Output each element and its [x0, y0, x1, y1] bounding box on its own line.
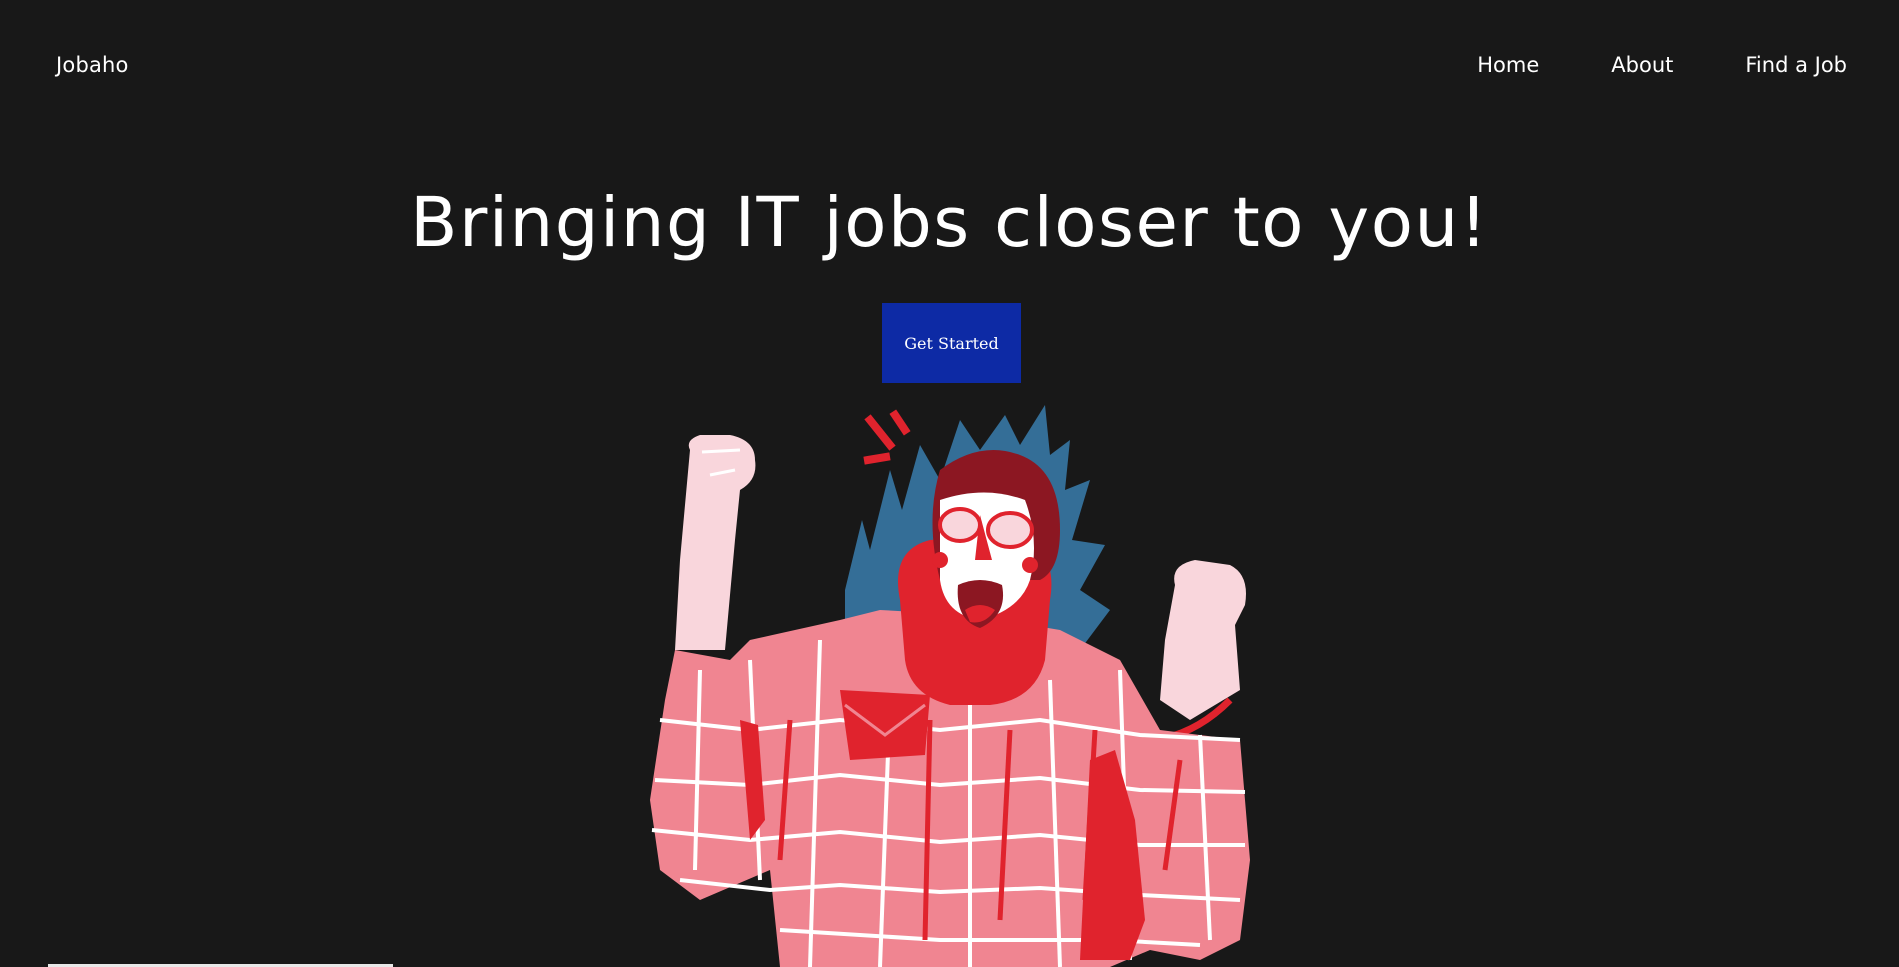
- hero-title: Bringing IT jobs closer to you!: [410, 183, 1489, 263]
- right-cheek: [1022, 557, 1038, 573]
- right-arm: [1160, 560, 1246, 720]
- landing-page: Jobaho Home About Find a Job Bringing IT…: [0, 0, 1899, 967]
- left-arm: [675, 435, 756, 650]
- celebrating-person-illustration: [650, 405, 1250, 967]
- pocket: [840, 690, 930, 760]
- site-logo[interactable]: Jobaho: [56, 53, 129, 77]
- get-started-button[interactable]: Get Started: [882, 303, 1021, 383]
- nav-find-a-job[interactable]: Find a Job: [1745, 53, 1847, 77]
- nav-about[interactable]: About: [1611, 53, 1673, 77]
- main-nav: Home About Find a Job: [1405, 53, 1847, 77]
- excitement-marks: [863, 409, 911, 465]
- left-cheek: [932, 552, 948, 568]
- nav-home[interactable]: Home: [1477, 53, 1539, 77]
